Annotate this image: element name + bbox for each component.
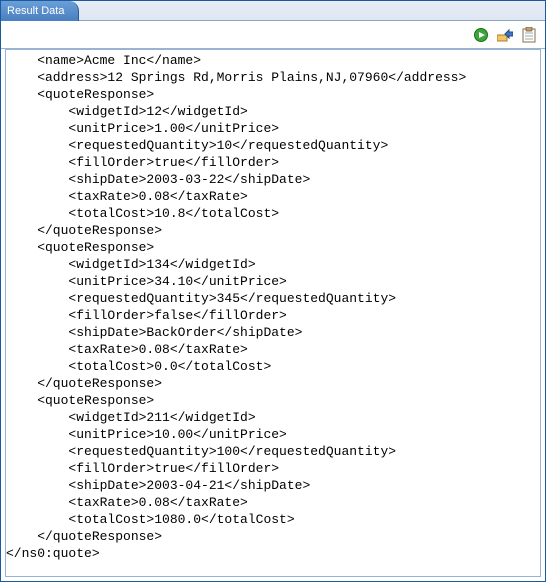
tab-result-data[interactable]: Result Data (1, 1, 79, 21)
play-icon (474, 28, 488, 42)
tab-label: Result Data (7, 5, 64, 17)
copy-button[interactable] (521, 27, 537, 43)
export-button[interactable] (497, 27, 513, 43)
result-content[interactable]: <name>Acme Inc</name> <address>12 Spring… (5, 49, 541, 577)
toolbar (1, 21, 545, 49)
clipboard-icon (522, 27, 536, 43)
xml-text: <name>Acme Inc</name> <address>12 Spring… (6, 50, 540, 564)
tab-bar: Result Data (1, 1, 545, 21)
run-button[interactable] (473, 27, 489, 43)
export-icon (497, 28, 513, 42)
